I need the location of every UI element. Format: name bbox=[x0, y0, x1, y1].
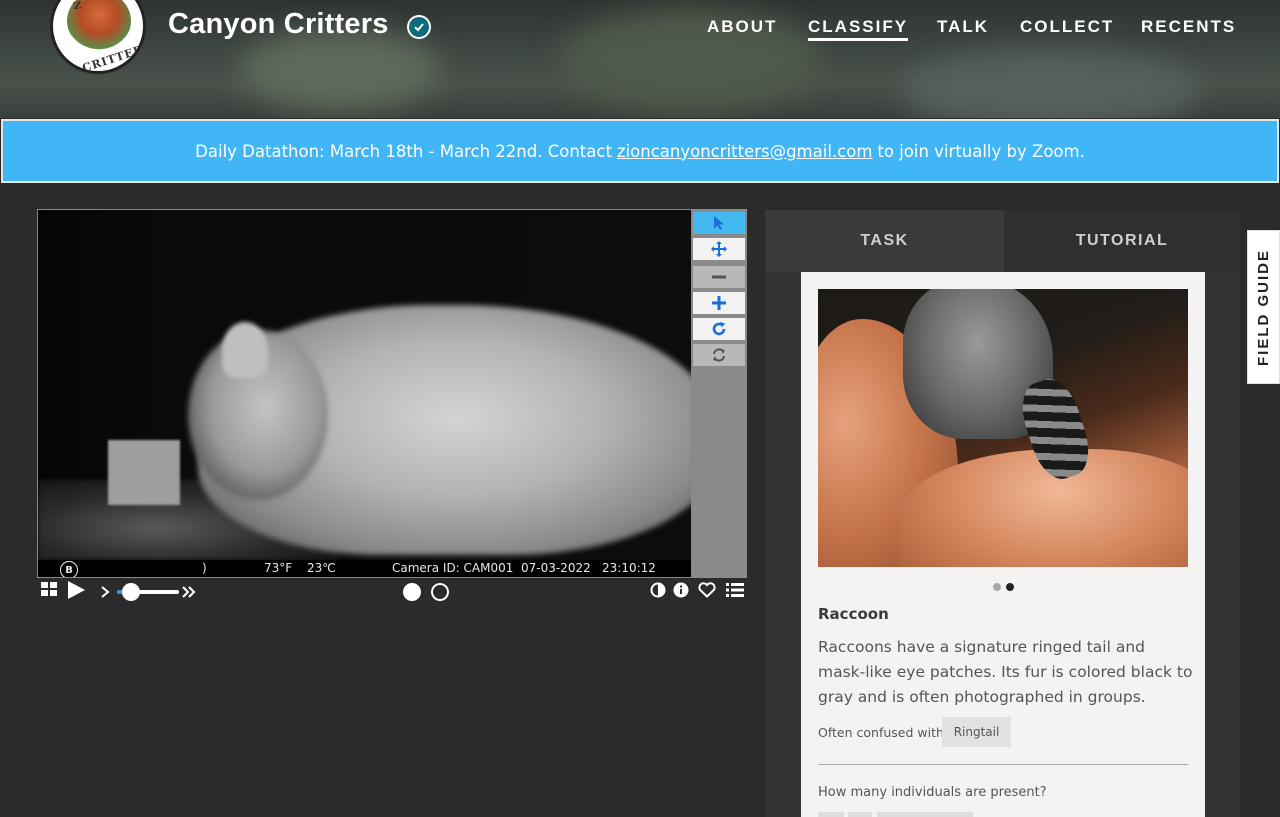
answer-option[interactable] bbox=[848, 812, 872, 817]
info-icon[interactable] bbox=[673, 582, 689, 602]
project-title[interactable]: Canyon Critters bbox=[168, 8, 389, 41]
fast-forward-icon[interactable] bbox=[181, 584, 197, 603]
individuals-question: How many individuals are present? bbox=[818, 785, 1047, 800]
banner-email-link[interactable]: zioncanyoncritters@gmail.com bbox=[617, 142, 872, 161]
confused-with-label: Often confused with bbox=[818, 725, 944, 740]
invert-icon[interactable] bbox=[650, 582, 666, 602]
photo-carousel bbox=[993, 576, 1019, 595]
viewer-controls bbox=[37, 578, 747, 604]
grid-icon[interactable] bbox=[41, 581, 57, 601]
capture-time: 23:10:12 bbox=[602, 561, 656, 575]
announcement-banner: Daily Datathon: March 18th - March 22nd.… bbox=[1, 119, 1279, 183]
confused-with-ringtail-button[interactable]: Ringtail bbox=[942, 717, 1011, 747]
nav-recents[interactable]: RECENTS bbox=[1141, 17, 1236, 41]
playback-speed-knob[interactable] bbox=[122, 583, 140, 601]
frame-dot-2[interactable] bbox=[431, 583, 449, 601]
favorite-icon[interactable] bbox=[698, 582, 716, 602]
capture-date: 07-03-2022 bbox=[521, 561, 591, 575]
viewer-toolbar bbox=[692, 209, 747, 578]
pointer-icon[interactable] bbox=[693, 212, 745, 234]
step-icon[interactable] bbox=[100, 584, 110, 603]
reset-icon[interactable] bbox=[693, 344, 745, 366]
answer-option[interactable] bbox=[818, 812, 844, 817]
banner-text-before: Daily Datathon: March 18th - March 22nd.… bbox=[195, 141, 612, 161]
header-background bbox=[560, 10, 820, 110]
collect-icon[interactable] bbox=[726, 582, 744, 602]
moon-phase: ) bbox=[202, 561, 207, 575]
zoom-in-icon[interactable] bbox=[693, 292, 745, 314]
field-guide-label: FIELD GUIDE bbox=[1255, 248, 1273, 366]
tab-task[interactable]: TASK bbox=[765, 210, 1004, 272]
divider bbox=[818, 764, 1188, 765]
rotate-icon[interactable] bbox=[693, 318, 745, 340]
play-icon[interactable] bbox=[66, 580, 86, 604]
nav-collect[interactable]: COLLECT bbox=[1020, 17, 1114, 41]
camera-timestamp-bar: B ) 73°F 23℃ Camera ID: CAM001 07-03-202… bbox=[38, 560, 691, 577]
species-description: Raccoons have a signature ringed tail an… bbox=[818, 638, 1193, 706]
nav-talk[interactable]: TALK bbox=[937, 17, 989, 41]
header-background bbox=[240, 30, 440, 110]
nav-about[interactable]: ABOUT bbox=[707, 17, 777, 41]
project-logo[interactable]: ZION CRITTERS bbox=[50, 0, 146, 74]
temperature-f: 73°F bbox=[264, 561, 293, 575]
species-card: Raccoon Raccoons have a signature ringed… bbox=[801, 272, 1205, 817]
project-header: ZION CRITTERS Canyon Critters ABOUT CLAS… bbox=[0, 0, 1280, 118]
species-name: Raccoon bbox=[818, 605, 889, 623]
carousel-dot-1[interactable] bbox=[993, 583, 1001, 591]
species-example-photo bbox=[818, 289, 1188, 567]
task-panel: TASK TUTORIAL Raccoon Raccoons have a si… bbox=[765, 210, 1240, 817]
verified-badge-icon bbox=[407, 15, 431, 39]
logo-text-left: ZION bbox=[65, 0, 83, 12]
zoom-out-icon[interactable] bbox=[693, 266, 745, 288]
answer-option[interactable] bbox=[877, 812, 973, 817]
frame-dot-1[interactable] bbox=[403, 583, 421, 601]
subject-viewer[interactable]: B ) 73°F 23℃ Camera ID: CAM001 07-03-202… bbox=[37, 209, 692, 578]
move-icon[interactable] bbox=[693, 238, 745, 260]
nav-classify[interactable]: CLASSIFY bbox=[808, 17, 909, 41]
subject-image[interactable] bbox=[38, 210, 691, 560]
banner-text-after: to join virtually by Zoom. bbox=[877, 141, 1085, 161]
camera-brand-icon: B bbox=[60, 561, 78, 577]
subject-animal-ear bbox=[222, 322, 268, 378]
field-guide-button[interactable]: FIELD GUIDE bbox=[1247, 230, 1280, 384]
tab-tutorial[interactable]: TUTORIAL bbox=[1004, 210, 1240, 272]
temperature-c: 23℃ bbox=[307, 561, 336, 575]
header-background bbox=[900, 50, 1200, 118]
camera-id: Camera ID: CAM001 bbox=[392, 561, 514, 575]
carousel-dot-2[interactable] bbox=[1006, 583, 1014, 591]
subject-object bbox=[108, 440, 180, 505]
